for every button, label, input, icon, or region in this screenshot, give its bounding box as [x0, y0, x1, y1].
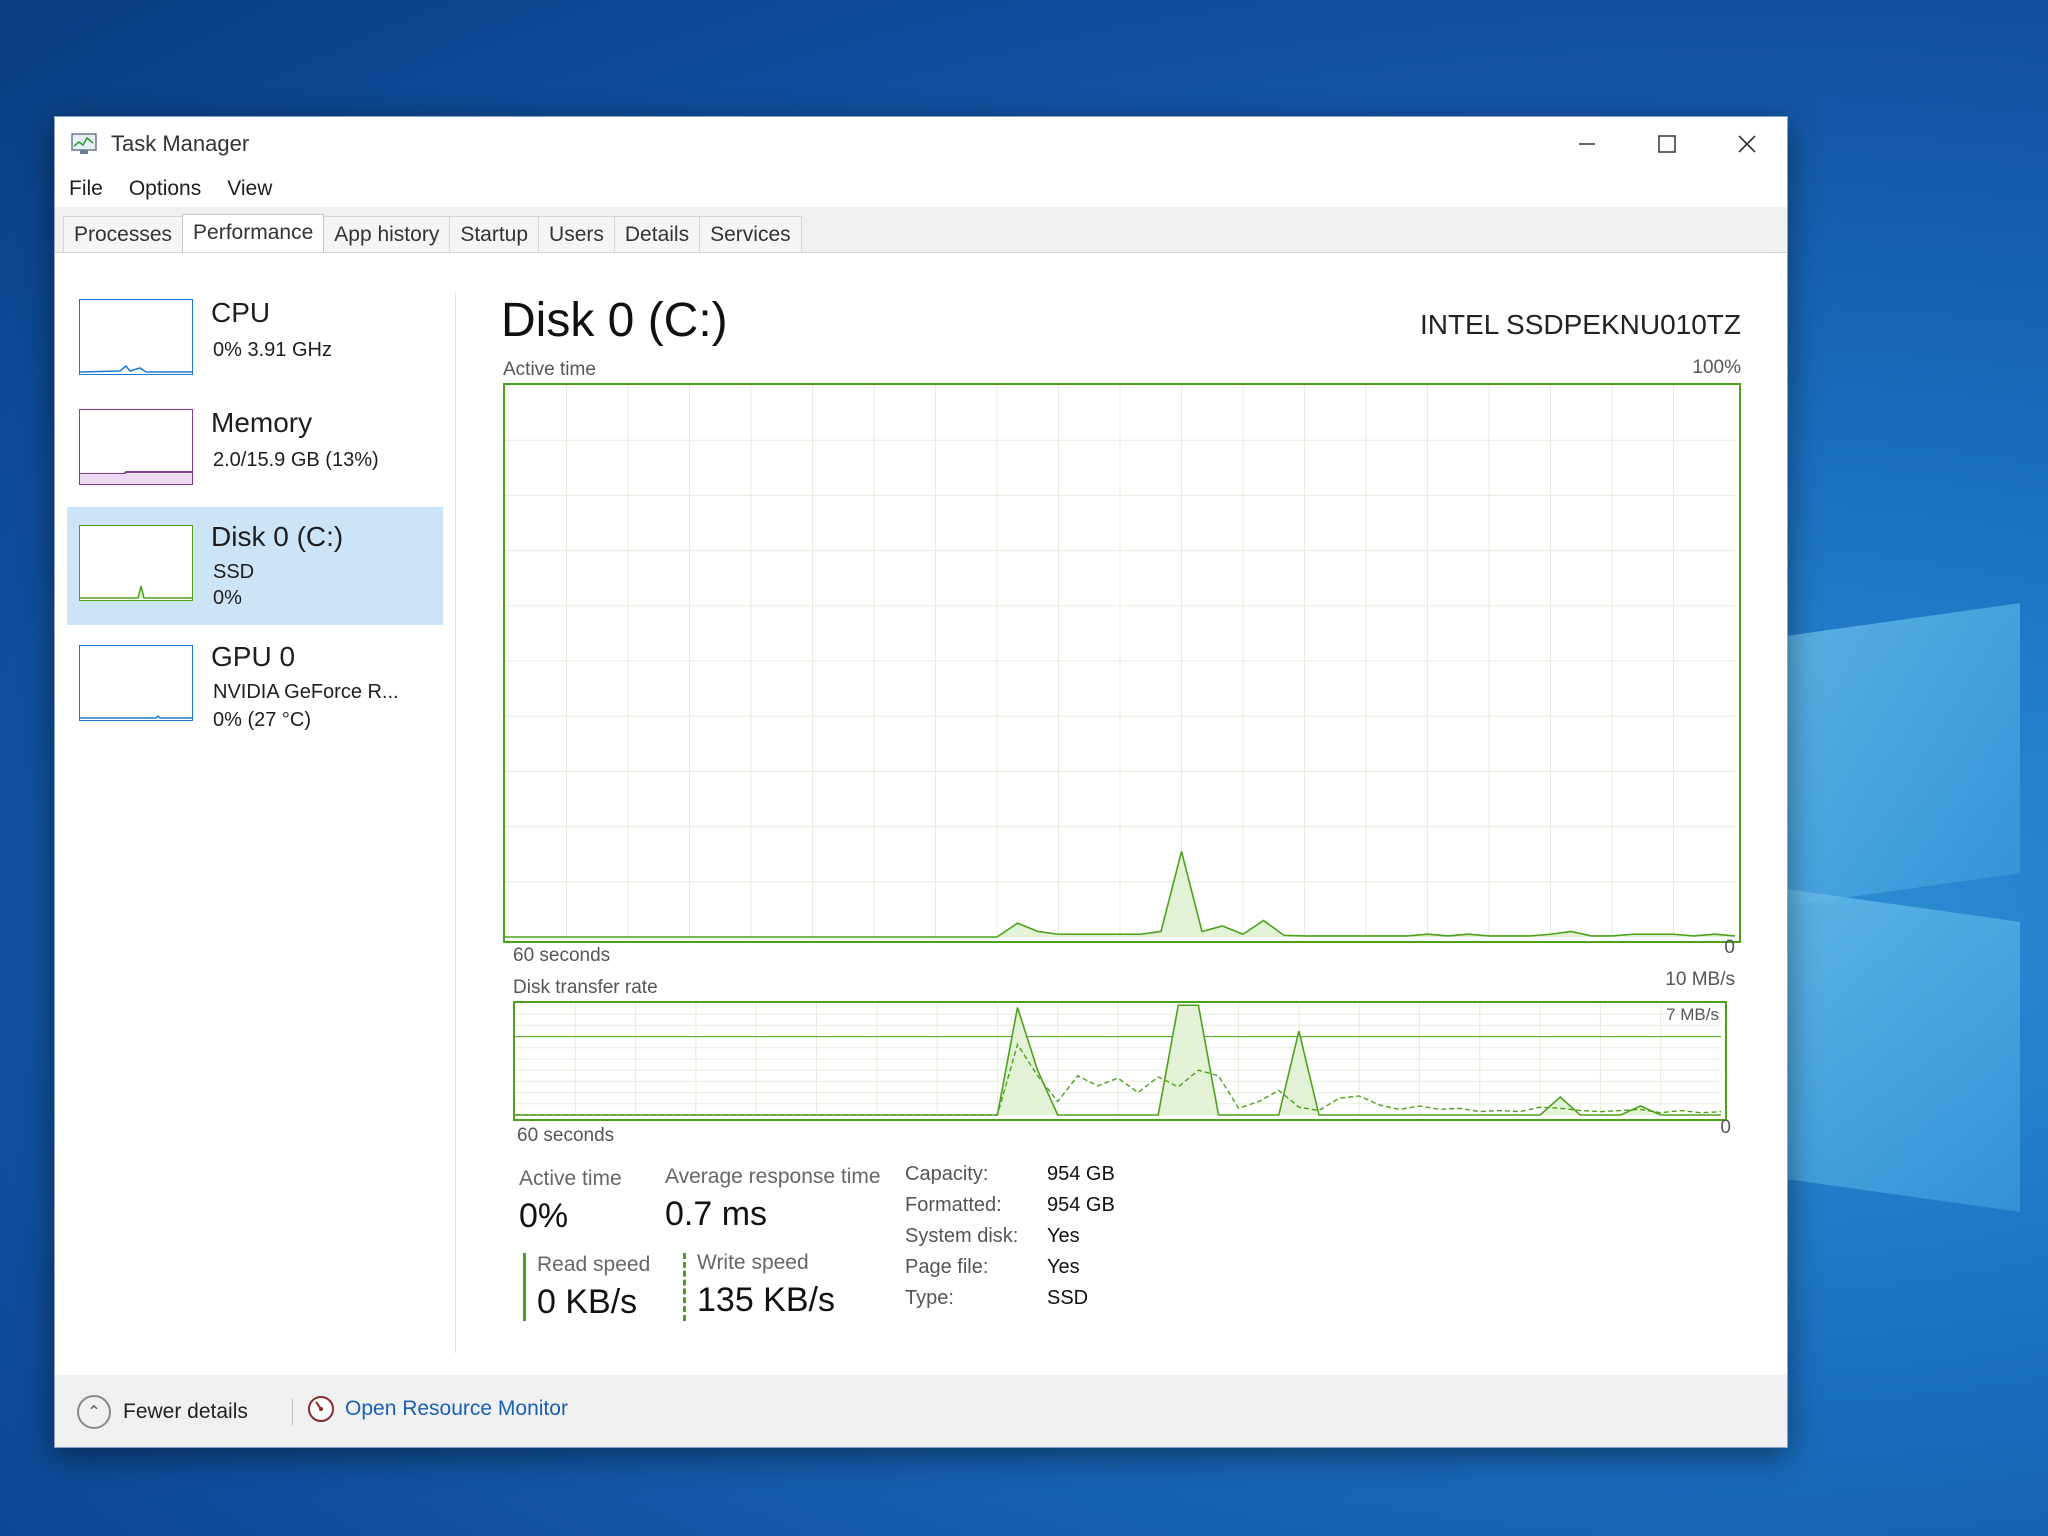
active-time-graph — [503, 383, 1741, 943]
sidebar-disk-usage: 0% — [213, 587, 242, 609]
tab-processes[interactable]: Processes — [63, 216, 184, 253]
disk-model: INTEL SSDPEKNU010TZ — [1419, 309, 1741, 340]
tab-app-history[interactable]: App history — [323, 216, 451, 253]
task-manager-icon — [71, 133, 97, 154]
tab-users[interactable]: Users — [538, 216, 615, 253]
page-file-value: Yes — [1047, 1256, 1080, 1278]
sidebar-item-memory[interactable]: Memory 2.0/15.9 GB (13%) — [67, 397, 443, 507]
transfer-chart-svg — [515, 1003, 1722, 1116]
open-resource-monitor-label: Open Resource Monitor — [345, 1397, 568, 1420]
tab-startup[interactable]: Startup — [449, 216, 540, 253]
maximize-icon — [1658, 135, 1676, 153]
close-button[interactable] — [1707, 117, 1787, 171]
write-speed-legend-line — [683, 1253, 686, 1321]
active-time-graph-label: Active time — [503, 359, 596, 380]
tab-services[interactable]: Services — [699, 216, 802, 253]
windows-logo-pane-top — [1780, 603, 2020, 907]
footer-separator — [292, 1399, 293, 1425]
minimize-icon — [1579, 143, 1595, 145]
open-resource-monitor-link[interactable]: Open Resource Monitor — [307, 1395, 568, 1423]
performance-panel: CPU 0% 3.91 GHz Memory 2.0/15.9 GB (13%)… — [55, 253, 1787, 1375]
read-speed-value: 0 KB/s — [537, 1283, 638, 1321]
transfer-seconds-label: 60 seconds — [517, 1125, 615, 1146]
sidebar-disk-type: SSD — [213, 561, 255, 583]
active-time-chart-svg — [505, 385, 1736, 938]
menu-file[interactable]: File — [69, 177, 103, 201]
footer-bar: ⌃ Fewer details Open Resource Monitor — [55, 1375, 1787, 1447]
sidebar-item-gpu[interactable]: GPU 0 NVIDIA GeForce R... 0% (27 °C) — [67, 631, 443, 751]
menu-view[interactable]: View — [227, 177, 272, 201]
menu-options[interactable]: Options — [129, 177, 201, 201]
active-time-stat-label: Active time — [519, 1167, 622, 1190]
memory-thumbnail — [79, 409, 193, 485]
cpu-thumbnail — [79, 299, 193, 375]
read-speed-label: Read speed — [537, 1253, 651, 1276]
sidebar-gpu-name: NVIDIA GeForce R... — [213, 681, 399, 703]
read-speed-legend-line — [523, 1253, 526, 1321]
windows-logo-pane-bottom — [1780, 888, 2020, 1212]
resource-sidebar: CPU 0% 3.91 GHz Memory 2.0/15.9 GB (13%)… — [67, 287, 447, 1297]
page-file-label: Page file: — [905, 1256, 989, 1278]
sidebar-disk-title: Disk 0 (C:) — [211, 521, 344, 552]
title-bar[interactable]: Task Manager — [55, 117, 1787, 171]
active-time-max: 100% — [1692, 357, 1741, 378]
avg-response-value: 0.7 ms — [665, 1195, 768, 1233]
minimize-button[interactable] — [1547, 117, 1627, 171]
menu-bar: File Options View — [55, 171, 1787, 207]
type-value: SSD — [1047, 1287, 1089, 1309]
sidebar-memory-title: Memory — [211, 407, 313, 438]
sidebar-gpu-usage: 0% (27 °C) — [213, 709, 312, 731]
sidebar-divider — [455, 293, 456, 1353]
tab-strip: Processes Performance App history Startu… — [63, 213, 802, 254]
system-disk-label: System disk: — [905, 1225, 1019, 1247]
transfer-min: 0 — [1720, 1117, 1731, 1138]
fewer-details-label: Fewer details — [123, 1400, 248, 1423]
sidebar-item-disk[interactable]: Disk 0 (C:) SSD 0% — [67, 507, 443, 625]
chevron-up-icon: ⌃ — [77, 1395, 111, 1429]
avg-response-label: Average response time — [665, 1165, 881, 1188]
disk-thumbnail — [79, 525, 193, 601]
sidebar-cpu-usage: 0% 3.91 GHz — [213, 339, 332, 361]
maximize-button[interactable] — [1627, 117, 1707, 171]
write-speed-value: 135 KB/s — [697, 1281, 835, 1319]
type-label: Type: — [905, 1287, 954, 1309]
resource-monitor-icon — [308, 1396, 334, 1422]
sidebar-memory-usage: 2.0/15.9 GB (13%) — [213, 449, 379, 471]
active-time-seconds-label: 60 seconds — [513, 945, 611, 966]
transfer-rate-graph: 7 MB/s — [513, 1001, 1727, 1121]
task-manager-window: Task Manager File Options View Processes… — [54, 116, 1788, 1448]
transfer-mid-label: 7 MB/s — [1666, 1005, 1719, 1024]
transfer-max: 10 MB/s — [1665, 969, 1735, 990]
formatted-value: 954 GB — [1047, 1194, 1115, 1216]
transfer-graph-label: Disk transfer rate — [513, 977, 658, 998]
fewer-details-button[interactable]: ⌃ Fewer details — [77, 1395, 248, 1429]
write-speed-label: Write speed — [697, 1251, 809, 1274]
capacity-label: Capacity: — [905, 1163, 989, 1185]
sidebar-item-cpu[interactable]: CPU 0% 3.91 GHz — [67, 287, 443, 397]
page-title: Disk 0 (C:) — [501, 294, 728, 347]
active-time-stat-value: 0% — [519, 1197, 569, 1235]
close-icon — [1738, 135, 1756, 153]
sidebar-gpu-title: GPU 0 — [211, 641, 296, 672]
tab-performance[interactable]: Performance — [182, 214, 325, 254]
active-time-min: 0 — [1724, 937, 1735, 958]
tab-details[interactable]: Details — [613, 216, 701, 253]
system-disk-value: Yes — [1047, 1225, 1080, 1247]
gpu-thumbnail — [79, 645, 193, 721]
capacity-value: 954 GB — [1047, 1163, 1115, 1185]
sidebar-cpu-title: CPU — [211, 297, 271, 328]
window-title: Task Manager — [111, 131, 250, 156]
formatted-label: Formatted: — [905, 1194, 1002, 1216]
